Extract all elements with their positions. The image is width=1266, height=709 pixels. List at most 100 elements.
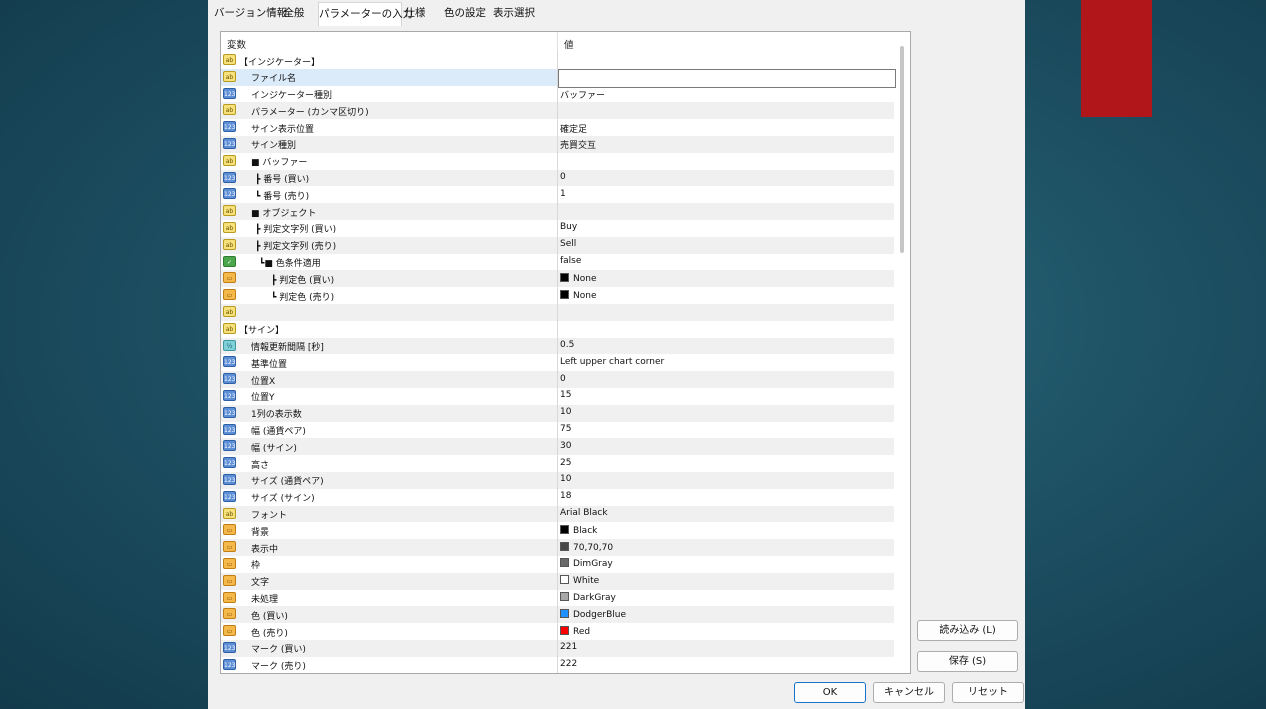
parameter-value[interactable]: 221 — [560, 642, 577, 652]
tab-specification[interactable]: 仕様 — [404, 3, 426, 24]
vertical-scrollbar[interactable] — [900, 46, 904, 253]
tab-general[interactable]: 全般 — [282, 3, 306, 24]
parameter-name-cell[interactable]: 123 1列の表示数 — [221, 405, 557, 422]
parameter-value[interactable]: 0.5 — [560, 340, 574, 350]
parameter-value[interactable]: 18 — [560, 491, 571, 501]
parameter-row[interactable]: ab ファイル名 — [221, 68, 896, 88]
header-value[interactable]: 値 — [564, 37, 574, 51]
parameter-name-cell[interactable]: 123 幅 (通貨ペア) — [221, 422, 557, 439]
parameter-name-cell[interactable]: ab ┣ 判定文字列 (売り) — [221, 237, 557, 254]
parameter-value[interactable]: 222 — [560, 659, 577, 669]
parameter-name-cell[interactable]: ▭ 色 (買い) — [221, 606, 557, 623]
parameter-row[interactable]: 123 位置Y 15 — [221, 387, 894, 405]
parameter-value[interactable]: DimGray — [560, 558, 613, 569]
parameter-row[interactable]: ab 【インジケーター】 — [221, 52, 894, 69]
parameter-row[interactable]: 123 サイズ (通貨ペア) 10 — [221, 471, 894, 489]
parameter-row[interactable]: ▭ 背景 Black — [221, 522, 894, 540]
parameter-row[interactable]: ▭ ┣ 判定色 (買い) None — [221, 270, 894, 288]
parameter-value[interactable]: White — [560, 575, 599, 586]
parameter-name-cell[interactable]: ab ■ オブジェクト — [221, 203, 557, 220]
parameter-value[interactable]: 0 — [560, 374, 566, 384]
parameter-name-cell[interactable]: 123 サイン表示位置 — [221, 119, 557, 136]
parameter-value[interactable]: 25 — [560, 458, 571, 468]
parameter-row[interactable]: ab 【サイン】 — [221, 320, 894, 338]
tab-version-info[interactable]: バージョン情報 — [214, 3, 287, 24]
parameter-value[interactable]: DodgerBlue — [560, 608, 626, 620]
parameter-row[interactable]: ▭ 色 (売り) Red — [221, 623, 894, 640]
tab-color-settings[interactable]: 色の設定 — [444, 3, 486, 24]
load-button[interactable]: 読み込み (L) — [917, 620, 1018, 641]
parameter-value[interactable]: Black — [560, 524, 597, 536]
parameter-name-cell[interactable]: ▭ 表示中 — [221, 539, 557, 556]
parameter-row[interactable]: ▭ 文字 White — [221, 572, 894, 590]
parameter-value[interactable]: 70,70,70 — [560, 541, 613, 553]
parameter-value[interactable]: 0 — [560, 172, 566, 182]
parameter-name-cell[interactable]: ▭ 色 (売り) — [221, 623, 557, 640]
parameter-name-cell[interactable]: 123 位置X — [221, 371, 557, 388]
parameter-name-cell[interactable]: 123 位置Y — [221, 388, 557, 405]
parameter-name-cell[interactable]: 123 マーク (売り) — [221, 657, 557, 673]
parameter-name-cell[interactable]: 123 インジケーター種別 — [221, 86, 557, 103]
parameter-name-cell[interactable]: 123 幅 (サイン) — [221, 438, 557, 455]
parameter-value[interactable]: false — [560, 256, 581, 266]
parameter-value[interactable]: 30 — [560, 441, 571, 451]
ok-button[interactable]: OK — [794, 682, 866, 703]
header-divider[interactable] — [557, 32, 558, 52]
parameter-value[interactable]: Buy — [560, 222, 577, 232]
parameter-value[interactable]: バッファー — [560, 88, 605, 101]
parameter-row[interactable]: ab ■ バッファー — [221, 152, 894, 170]
parameter-row[interactable]: 123 ┣ 番号 (買い) 0 — [221, 169, 894, 187]
parameter-row[interactable]: ▭ 色 (買い) DodgerBlue — [221, 606, 894, 624]
cancel-button[interactable]: キャンセル — [873, 682, 945, 703]
parameter-value[interactable]: Red — [560, 625, 590, 637]
parameter-row[interactable]: ½ 情報更新間隔 [秒] 0.5 — [221, 337, 894, 355]
parameter-value[interactable]: 10 — [560, 474, 571, 484]
parameter-name-cell[interactable]: 123 サイズ (サイン) — [221, 489, 557, 506]
parameter-name-cell[interactable]: 123 高さ — [221, 455, 557, 472]
header-variable[interactable]: 変数 — [227, 37, 246, 51]
parameter-row[interactable]: 123 マーク (買い) 221 — [221, 639, 894, 657]
parameter-name-cell[interactable]: 123 サイン種別 — [221, 136, 557, 153]
parameter-row[interactable]: 123 1列の表示数 10 — [221, 404, 894, 422]
parameter-row[interactable]: 123 マーク (売り) 222 — [221, 656, 894, 673]
parameter-value[interactable]: Arial Black — [560, 508, 608, 518]
parameter-name-cell[interactable]: ▭ ┣ 判定色 (買い) — [221, 270, 557, 287]
parameter-name-cell[interactable]: 123 サイズ (通貨ペア) — [221, 472, 557, 489]
parameter-name-cell[interactable]: ▭ ┗ 判定色 (売り) — [221, 287, 557, 304]
parameter-name-cell[interactable]: 123 ┣ 番号 (買い) — [221, 170, 557, 187]
parameter-value[interactable]: None — [560, 272, 596, 284]
parameter-row[interactable]: 123 インジケーター種別 バッファー — [221, 85, 894, 103]
parameter-name-cell[interactable]: ab 【サイン】 — [221, 321, 557, 338]
parameter-row[interactable]: 123 幅 (通貨ペア) 75 — [221, 421, 894, 439]
parameter-row[interactable]: ✓ ┗■ 色条件適用 false — [221, 253, 894, 271]
parameter-row[interactable]: ab フォント Arial Black — [221, 505, 894, 523]
parameter-row[interactable]: ▭ ┗ 判定色 (売り) None — [221, 287, 894, 304]
parameter-name-cell[interactable]: ½ 情報更新間隔 [秒] — [221, 338, 557, 355]
parameter-name-cell[interactable]: ab フォント — [221, 506, 557, 523]
parameter-name-cell[interactable]: ▭ 背景 — [221, 522, 557, 539]
parameter-row[interactable]: 123 基準位置 Left upper chart corner — [221, 354, 894, 372]
parameter-name-cell[interactable]: ▭ 文字 — [221, 573, 557, 590]
parameter-row[interactable]: 123 位置X 0 — [221, 371, 894, 388]
parameter-name-cell[interactable]: ab パラメーター (カンマ区切り) — [221, 102, 557, 119]
parameter-name-cell[interactable]: 123 ┗ 番号 (売り) — [221, 186, 557, 203]
parameter-row[interactable]: ab — [221, 303, 894, 321]
parameter-value[interactable]: 15 — [560, 390, 571, 400]
parameter-value[interactable]: 75 — [560, 424, 571, 434]
parameter-row[interactable]: 123 幅 (サイン) 30 — [221, 438, 894, 456]
parameter-row[interactable]: ab ■ オブジェクト — [221, 203, 894, 220]
parameter-name-cell[interactable]: 123 マーク (買い) — [221, 640, 557, 657]
parameter-name-cell[interactable]: ▭ 未処理 — [221, 590, 557, 607]
parameter-value[interactable]: 1 — [560, 189, 566, 199]
parameter-row[interactable]: 123 サイン種別 売買交互 — [221, 135, 894, 153]
parameter-row[interactable]: ▭ 枠 DimGray — [221, 555, 894, 573]
parameter-name-cell[interactable]: ab ■ バッファー — [221, 153, 557, 170]
reset-button[interactable]: リセット — [952, 682, 1024, 703]
parameter-row[interactable]: 123 サイズ (サイン) 18 — [221, 488, 894, 506]
parameter-name-cell[interactable]: 123 基準位置 — [221, 354, 557, 371]
parameter-value[interactable]: DarkGray — [560, 592, 616, 603]
parameter-value[interactable]: None — [560, 289, 596, 301]
parameter-value[interactable]: Sell — [560, 239, 576, 249]
parameter-row[interactable]: ▭ 未処理 DarkGray — [221, 589, 894, 607]
parameter-row[interactable]: 123 サイン表示位置 確定足 — [221, 119, 894, 136]
